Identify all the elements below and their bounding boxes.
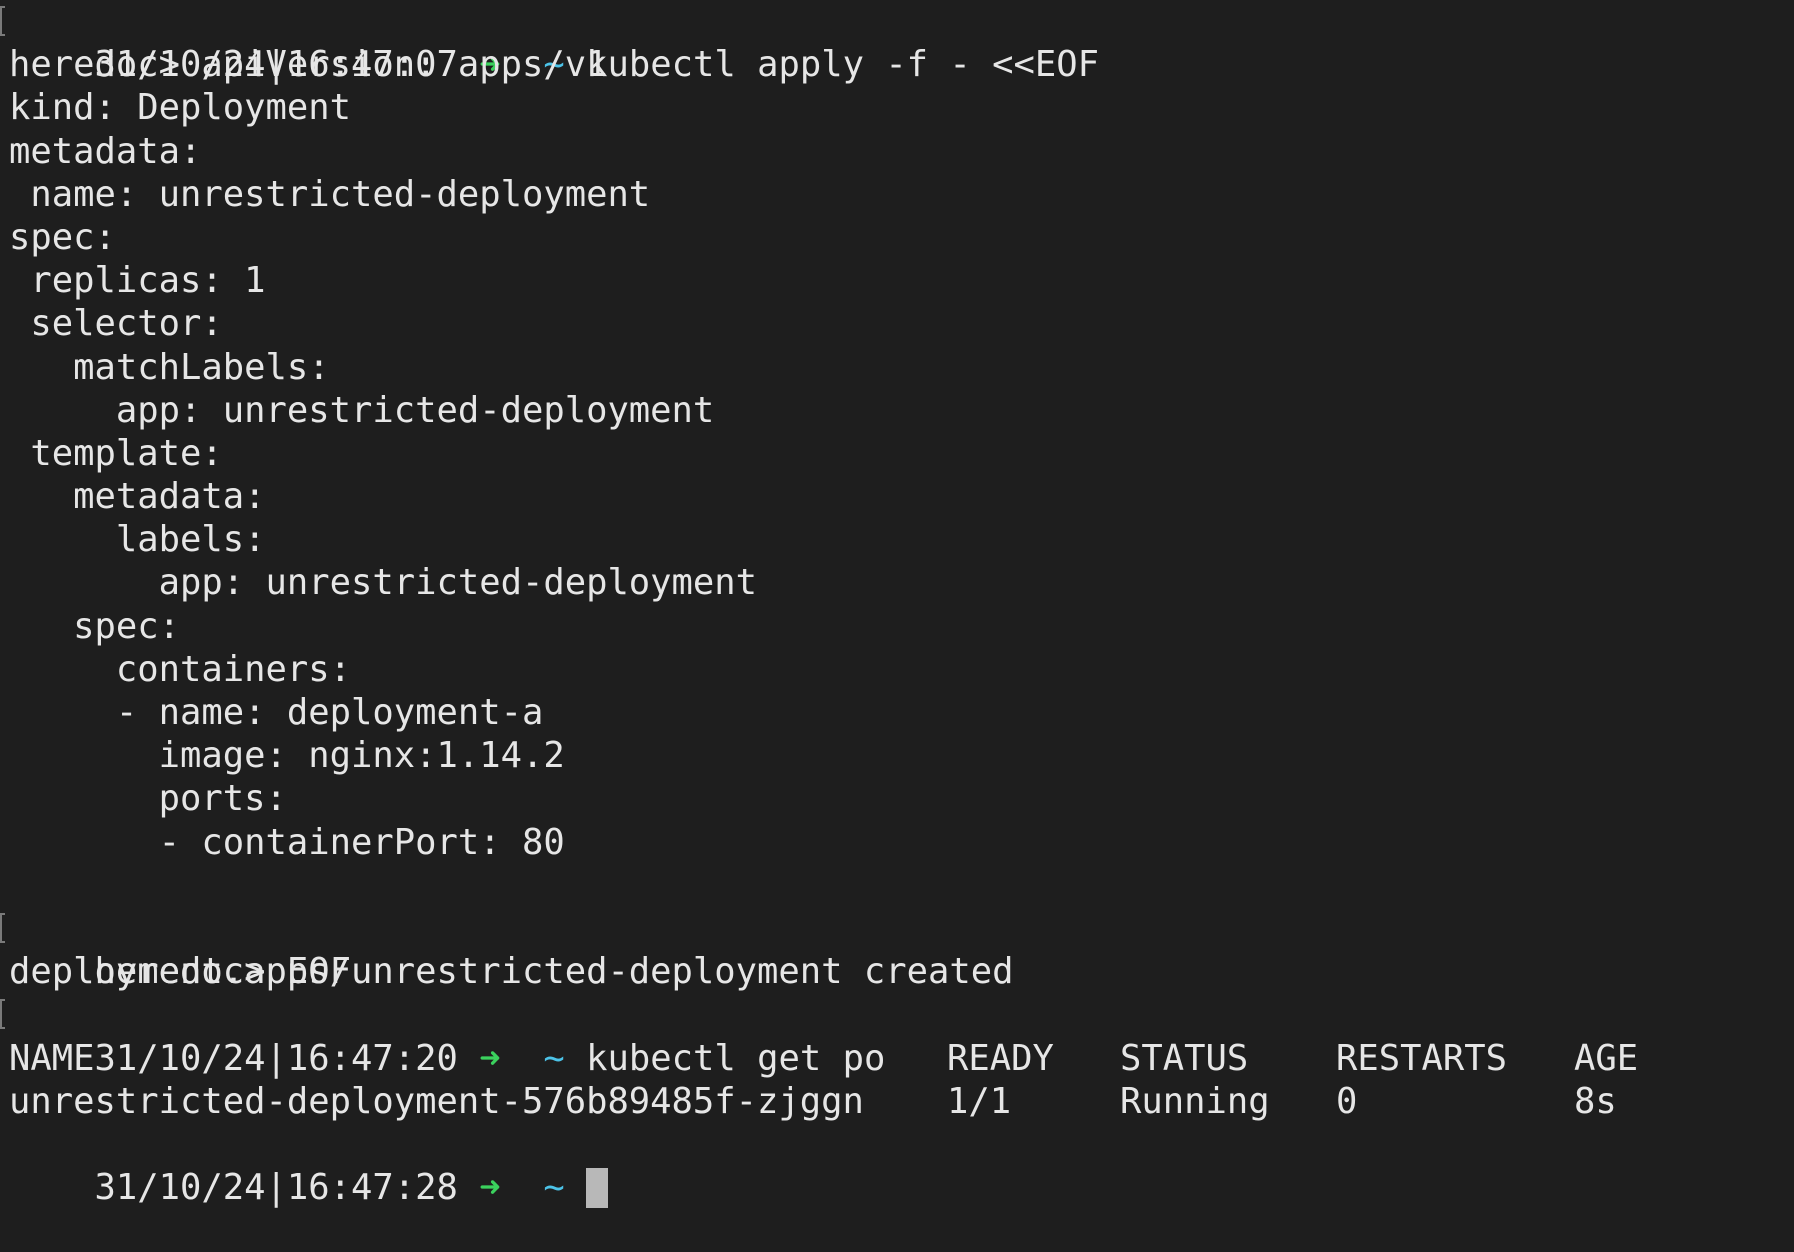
heredoc-line: image: nginx:1.14.2 [9,735,565,777]
heredoc-line: ports: [9,778,287,820]
prompt-directory: ~ [543,1167,565,1209]
heredoc-line: replicas: 1 [9,260,266,302]
heredoc-line: template: [9,432,223,474]
pod-name-cell: unrestricted-deployment-576b89485f-zjggn [9,1080,864,1122]
prompt-line: 31/10/24|16:47:20 ➜ ~ kubectl get po [0,993,1794,1079]
heredoc-line: labels: [9,519,266,561]
heredoc-eof-line: heredoc> EOF [0,907,1794,992]
heredoc-line: - containerPort: 80 [9,821,565,863]
heredoc-line: containers: [9,648,351,690]
prompt-arrow-icon: ➜ [479,1167,501,1209]
mark-bracket [0,999,5,1030]
pod-status-cell: Running [1120,1080,1270,1122]
heredoc-line: app: unrestricted-deployment [9,389,715,431]
text-cursor[interactable] [586,1168,609,1209]
column-header-ready: READY [947,1037,1054,1079]
table-header-row: NAME READY STATUS RESTARTS AGE [0,1037,1794,1080]
heredoc-line: - name: deployment-a [9,692,544,733]
column-header-age: AGE [1574,1037,1639,1079]
terminal-window[interactable]: 31/10/24|16:47:07 ➜ ~ kubectl apply -f -… [0,0,1794,1209]
pod-age-cell: 8s [1574,1080,1617,1122]
heredoc-line: spec: [9,216,116,258]
apply-output-line: deployment.apps/unrestricted-deployment … [9,951,1014,993]
heredoc-line: app: unrestricted-deployment [9,562,758,604]
prompt-line: 31/10/24|16:47:07 ➜ ~ kubectl apply -f -… [0,0,1794,85]
heredoc-line: spec: [9,605,180,647]
column-header-name: NAME [9,1037,95,1079]
column-header-status: STATUS [1120,1037,1249,1079]
heredoc-line: metadata: [9,476,266,518]
mark-bracket [0,912,5,943]
prompt-line-current[interactable]: 31/10/24|16:47:28 ➜ ~ [0,1123,1794,1209]
heredoc-blank-line [0,864,1794,907]
heredoc-line: kind: Deployment [9,87,351,129]
heredoc-line: heredoc> apiVersion: apps/v1 [9,44,608,86]
table-row: unrestricted-deployment-576b89485f-zjggn… [0,1080,1794,1123]
column-header-restarts: RESTARTS [1336,1037,1507,1079]
heredoc-line: selector: [9,303,223,345]
pod-restarts-cell: 0 [1336,1080,1358,1122]
heredoc-line: metadata: [9,130,202,172]
pod-ready-cell: 1/1 [947,1080,1012,1122]
mark-bracket [0,6,5,36]
heredoc-line: name: unrestricted-deployment [9,173,651,215]
heredoc-line: matchLabels: [9,346,330,388]
prompt-timestamp: 31/10/24|16:47:28 [94,1167,458,1209]
